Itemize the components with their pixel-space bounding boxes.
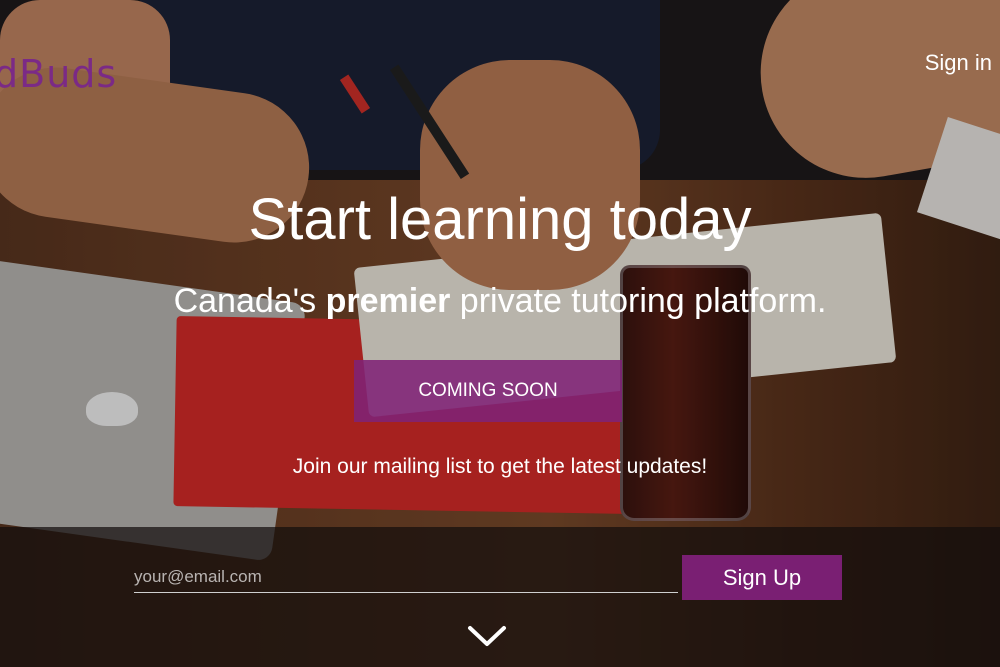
hero-subheadline: Canada's premier private tutoring platfo… xyxy=(0,282,1000,321)
signup-button[interactable]: Sign Up xyxy=(682,555,842,600)
mailing-list-text: Join our mailing list to get the latest … xyxy=(292,455,708,478)
subheadline-prefix: Canada's xyxy=(173,282,326,320)
signin-link[interactable]: Sign in xyxy=(925,50,992,76)
coming-soon-button[interactable]: COMING SOON xyxy=(354,360,622,422)
subheadline-bold: premier xyxy=(325,282,451,320)
hero-headline: Start learning today xyxy=(248,187,752,252)
brand-logo[interactable]: dBuds xyxy=(0,52,117,96)
subheadline-suffix: private tutoring platform. xyxy=(450,282,827,320)
chevron-down-icon[interactable] xyxy=(467,622,507,652)
email-input[interactable] xyxy=(134,562,678,593)
